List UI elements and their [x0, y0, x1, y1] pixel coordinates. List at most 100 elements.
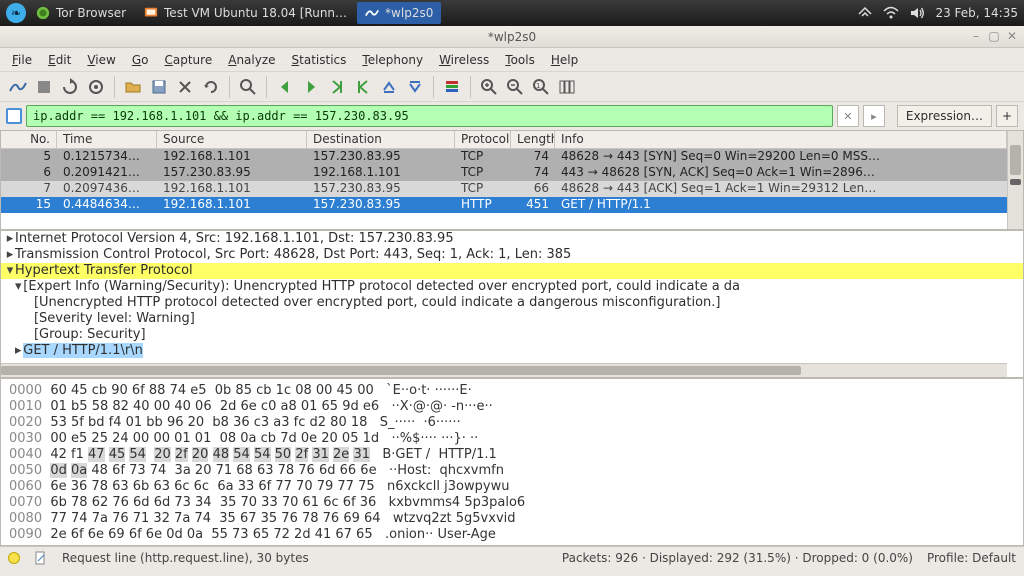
svg-text:1: 1 — [536, 82, 540, 90]
status-field-info: Request line (http.request.line), 30 byt… — [62, 551, 309, 565]
taskbar-vm-label: Test VM Ubuntu 18.04 [Runn… — [164, 6, 347, 20]
stop-capture-button[interactable] — [32, 75, 56, 99]
status-packet-counts: Packets: 926 · Displayed: 292 (31.5%) · … — [562, 551, 913, 565]
expert-info-indicator[interactable] — [8, 552, 20, 564]
capture-options-button[interactable] — [84, 75, 108, 99]
go-first-button[interactable] — [351, 75, 375, 99]
menu-file[interactable]: File — [4, 50, 40, 70]
hex-line[interactable]: 0080 77 74 7a 76 71 32 7a 74 35 67 35 76… — [9, 511, 1015, 527]
auto-scroll-button[interactable] — [403, 75, 427, 99]
clock[interactable]: 23 Feb, 14:35 — [935, 6, 1018, 20]
taskbar-wireshark-label: *wlp2s0 — [385, 6, 433, 20]
packet-row[interactable]: 50.1215734…192.168.1.101157.230.83.95TCP… — [1, 149, 1007, 165]
details-h-scrollbar[interactable] — [1, 363, 1007, 377]
detail-http[interactable]: Hypertext Transfer Protocol — [15, 263, 193, 278]
system-tray: 23 Feb, 14:35 — [857, 6, 1018, 20]
filter-clear-button[interactable]: ✕ — [837, 105, 859, 127]
go-last-button[interactable] — [377, 75, 401, 99]
filter-expression-button[interactable]: Expression… — [897, 105, 992, 127]
packet-details-pane[interactable]: ▸Internet Protocol Version 4, Src: 192.1… — [0, 230, 1024, 378]
packet-bytes-pane[interactable]: 0000 60 45 cb 90 6f 88 74 e5 0b 85 cb 1c… — [0, 378, 1024, 546]
close-file-button[interactable] — [173, 75, 197, 99]
detail-request-line[interactable]: GET / HTTP/1.1\r\n — [23, 343, 143, 358]
resize-columns-button[interactable] — [555, 75, 579, 99]
column-header-protocol[interactable]: Protocol — [455, 131, 511, 148]
zoom-out-button[interactable] — [503, 75, 527, 99]
display-filter-bar: ✕ ▸ Expression… + — [0, 102, 1024, 130]
column-header-source[interactable]: Source — [157, 131, 307, 148]
menu-capture[interactable]: Capture — [156, 50, 220, 70]
detail-expert[interactable]: [Expert Info (Warning/Security): Unencry… — [23, 279, 740, 294]
hex-line[interactable]: 0010 01 b5 58 82 40 00 40 06 2d 6e c0 a8… — [9, 399, 1015, 415]
colorize-button[interactable] — [440, 75, 464, 99]
menu-go[interactable]: Go — [124, 50, 157, 70]
taskbar-wireshark[interactable]: *wlp2s0 — [357, 2, 441, 24]
detail-group: [Group: Security] — [34, 327, 146, 342]
hex-line[interactable]: 0020 53 5f bd f4 01 bb 96 20 b8 36 c3 a3… — [9, 415, 1015, 431]
menu-help[interactable]: Help — [543, 50, 586, 70]
wifi-icon[interactable] — [883, 6, 899, 20]
close-button[interactable]: ✕ — [1004, 29, 1020, 43]
column-header-destination[interactable]: Destination — [307, 131, 455, 148]
menu-statistics[interactable]: Statistics — [284, 50, 355, 70]
menubar: FileEditViewGoCaptureAnalyzeStatisticsTe… — [0, 48, 1024, 72]
packet-row[interactable]: 60.2091421…157.230.83.95192.168.1.101TCP… — [1, 165, 1007, 181]
zoom-in-button[interactable] — [477, 75, 501, 99]
detail-expert-msg: [Unencrypted HTTP protocol detected over… — [34, 295, 721, 310]
packet-list-header[interactable]: No.TimeSourceDestinationProtocolLengthIn… — [1, 131, 1007, 149]
network-icon[interactable] — [857, 6, 873, 20]
hex-line[interactable]: 0040 42 f1 47 45 54 20 2f 20 48 54 54 50… — [9, 447, 1015, 463]
hex-line[interactable]: 0070 6b 78 62 76 6d 6d 73 34 35 70 33 70… — [9, 495, 1015, 511]
menu-telephony[interactable]: Telephony — [354, 50, 431, 70]
column-header-info[interactable]: Info — [555, 131, 1007, 148]
detail-severity: [Severity level: Warning] — [34, 311, 195, 326]
save-button[interactable] — [147, 75, 171, 99]
restart-capture-button[interactable] — [58, 75, 82, 99]
hex-line[interactable]: 0030 00 e5 25 24 00 00 01 01 08 0a cb 7d… — [9, 431, 1015, 447]
go-back-button[interactable] — [273, 75, 297, 99]
hex-line[interactable]: 0060 6e 36 78 63 6b 63 6c 6c 6a 33 6f 77… — [9, 479, 1015, 495]
start-capture-button[interactable] — [6, 75, 30, 99]
detail-tcp[interactable]: Transmission Control Protocol, Src Port:… — [15, 247, 571, 262]
filter-add-button[interactable]: + — [996, 105, 1018, 127]
filter-apply-button[interactable]: ▸ — [863, 105, 885, 127]
open-file-button[interactable] — [121, 75, 145, 99]
menu-view[interactable]: View — [79, 50, 123, 70]
column-header-length[interactable]: Length — [511, 131, 555, 148]
hex-line[interactable]: 0000 60 45 cb 90 6f 88 74 e5 0b 85 cb 1c… — [9, 383, 1015, 399]
packet-row[interactable]: 70.2097436…192.168.1.101157.230.83.95TCP… — [1, 181, 1007, 197]
menu-analyze[interactable]: Analyze — [220, 50, 283, 70]
menu-edit[interactable]: Edit — [40, 50, 79, 70]
detail-ip[interactable]: Internet Protocol Version 4, Src: 192.16… — [15, 231, 454, 246]
minimize-button[interactable]: – — [968, 29, 984, 43]
find-packet-button[interactable] — [236, 75, 260, 99]
packet-row[interactable]: 150.4484634…192.168.1.101157.230.83.95HT… — [1, 197, 1007, 213]
main-toolbar: 1 — [0, 72, 1024, 102]
capture-file-icon[interactable] — [34, 551, 48, 565]
reload-button[interactable] — [199, 75, 223, 99]
taskbar-tor[interactable]: Tor Browser — [28, 2, 134, 24]
system-panel: ❧ Tor Browser Test VM Ubuntu 18.04 [Runn… — [0, 0, 1024, 26]
zoom-reset-button[interactable]: 1 — [529, 75, 553, 99]
column-header-no[interactable]: No. — [1, 131, 57, 148]
menu-wireless[interactable]: Wireless — [431, 50, 497, 70]
menu-tools[interactable]: Tools — [497, 50, 543, 70]
volume-icon[interactable] — [909, 6, 925, 20]
taskbar-tor-label: Tor Browser — [56, 6, 126, 20]
maximize-button[interactable]: ▢ — [986, 29, 1002, 43]
go-to-packet-button[interactable] — [325, 75, 349, 99]
filter-bookmark-button[interactable] — [6, 108, 22, 124]
window-titlebar: *wlp2s0 – ▢ ✕ — [0, 26, 1024, 48]
hex-line[interactable]: 0050 0d 0a 48 6f 73 74 3a 20 71 68 63 78… — [9, 463, 1015, 479]
window-title: *wlp2s0 — [488, 30, 536, 44]
hex-line[interactable]: 0090 2e 6f 6e 69 6f 6e 0d 0a 55 73 65 72… — [9, 527, 1015, 543]
packet-list-pane[interactable]: No.TimeSourceDestinationProtocolLengthIn… — [0, 130, 1024, 230]
packet-list-scrollbar[interactable] — [1007, 131, 1023, 229]
column-header-time[interactable]: Time — [57, 131, 157, 148]
taskbar-vm[interactable]: Test VM Ubuntu 18.04 [Runn… — [136, 2, 355, 24]
display-filter-input[interactable] — [26, 105, 833, 127]
go-forward-button[interactable] — [299, 75, 323, 99]
status-profile[interactable]: Profile: Default — [927, 551, 1016, 565]
activities-icon[interactable]: ❧ — [6, 3, 26, 23]
status-bar: Request line (http.request.line), 30 byt… — [0, 546, 1024, 568]
